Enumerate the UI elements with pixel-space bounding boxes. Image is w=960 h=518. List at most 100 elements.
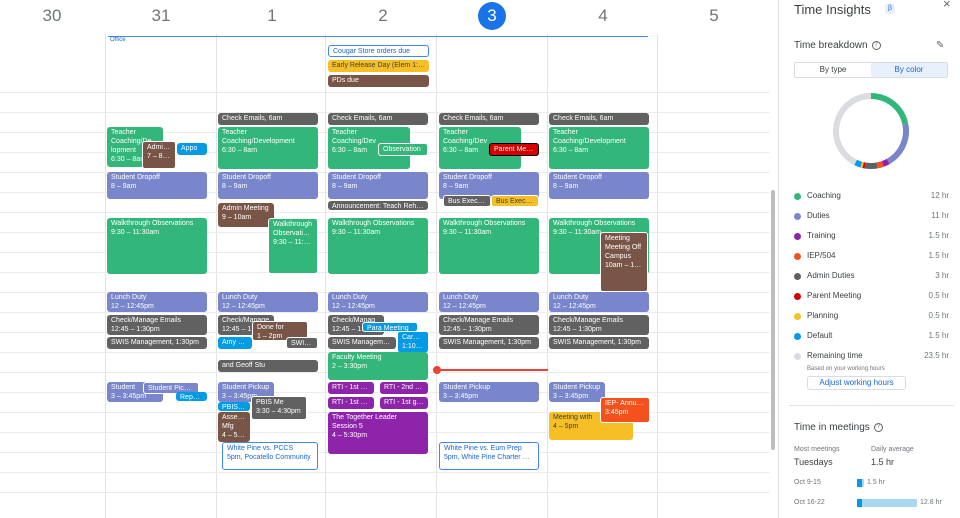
event-check-emails[interactable]: Check/Manage Emails 12:45 – 1:30pm — [107, 315, 207, 335]
allday-pds-due[interactable]: PDs due — [328, 75, 429, 87]
event-student-dropoff[interactable]: Student Dropoff 8 – 9am — [107, 172, 207, 199]
grid-divider — [325, 34, 326, 518]
day-header-3[interactable]: 3 — [462, 6, 522, 26]
event-time: 4 – 5:30pm — [332, 432, 368, 439]
legend-dot-icon — [794, 353, 801, 360]
day-header-2[interactable]: 2 — [353, 6, 413, 26]
legend-dot-icon — [794, 253, 801, 260]
event-title: RTI - 1st grad — [332, 384, 370, 391]
event-swis-management[interactable]: SWIS Mana — [286, 337, 318, 349]
allday-early-release[interactable]: Early Release Day (Elem 1:35) — [328, 60, 429, 72]
remaining-note: Based on your working hours — [807, 366, 885, 372]
event-swis-management[interactable]: SWIS Management, 1:30pm — [107, 337, 207, 349]
event-lunch-duty[interactable]: Lunch Duty 12 – 12:45pm — [107, 292, 207, 312]
allday-cougar-store[interactable]: Cougar Store orders due — [328, 45, 429, 57]
event-geoff[interactable]: and Geoff Stu — [218, 360, 318, 372]
event-student-dropoff[interactable]: Student Dropoff 8 – 9am — [549, 172, 649, 199]
event-observation[interactable]: Observation — [378, 143, 428, 156]
edit-pencil-icon[interactable]: ✎ — [936, 40, 944, 51]
event-rti[interactable]: RTI - 1st grad — [328, 382, 374, 394]
event-student-dropoff[interactable]: Student Dropoff 8 – 9am — [218, 172, 318, 199]
event-title: Session 5 — [332, 423, 363, 430]
day-header-5[interactable]: 5 — [684, 6, 744, 26]
event-swis-management[interactable]: SWIS Management, 1:30pm — [328, 337, 396, 349]
event-title: Lunch Duty — [443, 294, 479, 301]
event-rti[interactable]: RTI - 2nd gra — [380, 382, 428, 394]
adjust-working-hours-button[interactable]: Adjust working hours — [807, 376, 906, 390]
event-title: Bus Exec Dri — [496, 198, 534, 205]
event-check-emails[interactable]: Check Emails, 6am — [328, 113, 428, 125]
event-check-emails[interactable]: Check Emails, 6am — [218, 113, 318, 125]
by-type-tab[interactable]: By type — [795, 63, 871, 77]
calendar-scrollbar[interactable] — [771, 190, 775, 450]
event-report[interactable]: Report C — [176, 392, 207, 401]
day-header-30[interactable]: 30 — [22, 6, 82, 26]
event-teacher-coaching[interactable]: Teacher Coaching/Development 6:30 – 8am — [218, 127, 318, 169]
event-title: Appo — [181, 145, 198, 152]
event-swis-management[interactable]: SWIS Management, 1:30pm — [549, 337, 649, 349]
event-parent-meeting[interactable]: Parent Meeting — [489, 143, 539, 156]
grid-divider — [216, 34, 217, 518]
event-title: Teacher — [332, 129, 357, 136]
day-header-1[interactable]: 1 — [242, 6, 302, 26]
event-teacher-coaching[interactable]: Teacher Coaching/Development 6:30 – 8am — [549, 127, 649, 169]
event-faculty-meeting[interactable]: Faculty Meeting 2 – 3:30pm — [328, 352, 428, 380]
event-appointment[interactable]: Appo — [177, 143, 207, 155]
help-icon[interactable]: ? — [871, 40, 881, 50]
legend-dot-icon — [794, 273, 801, 280]
calendar-week-view: 30 31 1 2 3 4 5 Office Cougar Store orde… — [0, 0, 770, 518]
event-lunch-duty[interactable]: Lunch Duty 12 – 12:45pm — [549, 292, 649, 312]
event-together-leader[interactable]: The Together Leader Session 5 4 – 5:30pm — [328, 412, 428, 454]
event-meeting-off-campus[interactable]: Meeting Meeting Off Campus 10am – 12:15p… — [600, 232, 648, 292]
event-location: 5pm, Pocatello Community — [227, 454, 311, 461]
help-icon[interactable]: ? — [873, 422, 883, 432]
week-bar — [857, 499, 917, 507]
event-student-dropoff[interactable]: Student Dropoff 8 – 9am — [328, 172, 428, 199]
day-header-31[interactable]: 31 — [131, 6, 191, 26]
event-bus-exec[interactable]: Bus Exec Dri — [443, 195, 491, 207]
event-time: 9:30 – 11:30am — [332, 229, 381, 236]
event-swis-management[interactable]: SWIS Management, 1:30pm — [439, 337, 539, 349]
close-icon[interactable]: × — [943, 0, 951, 11]
event-check-emails[interactable]: Check Emails, 6am — [439, 113, 539, 125]
event-title: Teacher — [111, 129, 136, 136]
event-lunch-duty[interactable]: Lunch Duty 12 – 12:45pm — [439, 292, 539, 312]
event-iep-annual-review[interactable]: IEP- Annual R 3:45pm — [600, 397, 650, 423]
event-student-pickup[interactable]: Student Pickup 3 – 3:45pm — [549, 382, 605, 402]
event-admin-meeting[interactable]: Admin Meeting 9 – 10am — [218, 203, 274, 227]
event-amy[interactable]: Amy Wa — [218, 337, 252, 349]
event-check-emails[interactable]: Check/Manage Emails 12:45 – 1:30pm — [439, 315, 539, 335]
event-student-pickup[interactable]: Student Pickup 3 – 3:45pm — [439, 382, 539, 402]
event-walkthrough[interactable]: Walkthrough Observations 9:30 – 11:30am — [439, 218, 539, 274]
event-title: Amy Wa — [222, 339, 248, 346]
event-rti[interactable]: RTI - 1st grad — [380, 397, 428, 409]
event-title: Coaching/Development — [553, 138, 626, 145]
event-announcement[interactable]: Announcement: Teach Rehearsal — [328, 201, 428, 210]
event-white-pine-game[interactable]: White Pine vs. Eum Prep 5pm, White Pine … — [439, 442, 539, 470]
by-color-tab[interactable]: By color — [871, 63, 947, 77]
event-pbis-meeting[interactable]: PBIS Me 3:30 – 4:30pm — [251, 396, 307, 420]
event-white-pine-game[interactable]: White Pine vs. PCCS 5pm, Pocatello Commu… — [222, 442, 318, 470]
event-check-emails[interactable]: Check Emails, 6am — [549, 113, 649, 125]
event-time: 12:45 – 1:30pm — [553, 326, 602, 333]
day-header-4[interactable]: 4 — [573, 6, 633, 26]
event-title: Student Dropoff — [553, 174, 602, 181]
event-rti[interactable]: RTI - 1st grade — [328, 397, 374, 409]
event-walkthrough[interactable]: Walkthrough Observations 9:30 – 11:30am — [328, 218, 428, 274]
event-title: Faculty Meeting — [332, 354, 382, 361]
event-lunch-duty[interactable]: Lunch Duty 12 – 12:45pm — [328, 292, 428, 312]
event-pbis-meeting[interactable]: PBIS MEETI — [218, 402, 250, 411]
event-walkthrough[interactable]: Walkthrough Observations 9:30 – 11:30am — [107, 218, 207, 274]
event-carpool[interactable]: Carpool 1:10 – 2 — [397, 331, 429, 353]
event-check-emails[interactable]: Check/Manage Emails 12:45 – 1:30pm — [549, 315, 649, 335]
event-time: 12 – 12:45pm — [332, 303, 375, 310]
event-walkthrough[interactable]: Walkthrough Observations 9:30 – 11:30am — [268, 218, 318, 274]
event-title: Campus — [605, 253, 632, 260]
event-bus-exec[interactable]: Bus Exec Dri — [491, 195, 539, 207]
legend-label: Default — [807, 331, 833, 340]
event-admin-meeting[interactable]: Admin M 7 – 8am — [142, 141, 176, 169]
event-lunch-duty[interactable]: Lunch Duty 12 – 12:45pm — [218, 292, 318, 312]
event-time: 4 – 5pm — [222, 432, 246, 439]
allday-office-event[interactable]: Office — [108, 36, 648, 43]
event-assessment-mtg[interactable]: Assessm Mfg 4 – 5pm — [218, 412, 250, 442]
